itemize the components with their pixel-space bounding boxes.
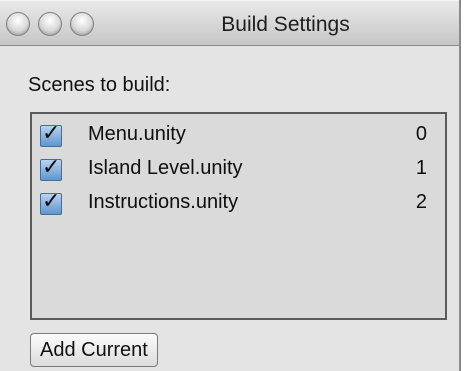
scene-checkbox[interactable]: ✓ [40,189,62,215]
window-title: Build Settings [221,13,350,36]
scene-row[interactable]: ✓ Menu.unity 0 [32,118,445,152]
checkmark-icon: ✓ [42,155,61,180]
scene-checkbox[interactable]: ✓ [40,155,62,181]
scene-name: Instructions.unity [88,191,239,213]
build-settings-window: Build Settings Scenes to build: ✓ Menu.u… [0,0,461,371]
scene-name: Island Level.unity [88,157,243,179]
title-bar[interactable]: Build Settings [0,0,459,46]
add-current-button[interactable]: Add Current [30,333,158,367]
scene-index: 0 [415,123,427,145]
scenes-list[interactable]: ✓ Menu.unity 0 ✓ Island Level.unity 1 ✓ … [30,112,447,320]
scene-index: 2 [415,191,427,213]
scenes-to-build-label: Scenes to build: [28,74,171,96]
scene-row[interactable]: ✓ Instructions.unity 2 [32,186,445,220]
checkmark-icon: ✓ [42,121,61,146]
checkmark-icon: ✓ [42,189,61,214]
scene-index: 1 [415,157,427,179]
scene-checkbox[interactable]: ✓ [40,121,62,147]
scene-row[interactable]: ✓ Island Level.unity 1 [32,152,445,186]
scene-name: Menu.unity [88,123,186,145]
